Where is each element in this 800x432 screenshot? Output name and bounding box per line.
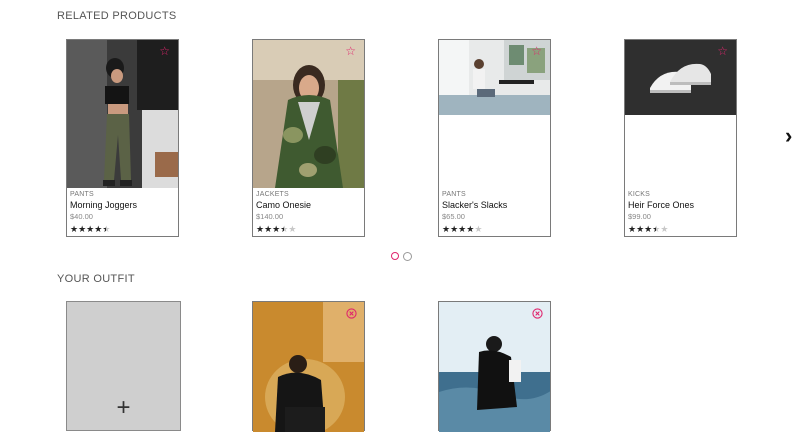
product-image[interactable]: ☆ — [253, 40, 364, 188]
star-icon: ★ — [86, 224, 95, 234]
product-card[interactable]: ☆ PANTS Morning Joggers $40.00 ★ ★ ★ ★ ★ — [66, 39, 179, 237]
your-outfit-heading: YOUR OUTFIT — [57, 273, 135, 285]
star-icon: ★ — [288, 224, 297, 234]
star-icon: ★ — [256, 224, 265, 234]
star-rating: ★ ★ ★ ★ ★ — [442, 224, 547, 234]
product-price: $99.00 — [628, 212, 651, 221]
star-icon: ★ — [280, 224, 289, 234]
outfit-card[interactable] — [438, 301, 551, 432]
product-image[interactable]: ☆ — [67, 40, 178, 188]
star-icon: ★ — [474, 224, 483, 234]
outfit-photo — [253, 302, 364, 432]
star-icon: ★ — [102, 224, 111, 234]
star-outline-icon[interactable]: ☆ — [531, 45, 542, 57]
product-name: Slacker's Slacks — [442, 200, 508, 210]
product-category: JACKETS — [256, 191, 289, 198]
product-card[interactable]: ☆ KICKS Heir Force Ones $99.00 ★ ★ ★ ★ ★ — [624, 39, 737, 237]
star-icon: ★ — [94, 224, 103, 234]
product-name: Morning Joggers — [70, 200, 138, 210]
carousel-dot[interactable] — [403, 252, 412, 261]
star-icon: ★ — [264, 224, 273, 234]
carousel-pagination — [391, 252, 412, 261]
star-rating: ★ ★ ★ ★ ★ — [70, 224, 175, 234]
outfit-photo — [439, 302, 550, 432]
add-to-outfit-card[interactable]: + — [66, 301, 181, 431]
star-icon: ★ — [70, 224, 79, 234]
product-card[interactable]: ☆ JACKETS Camo Onesie $140.00 ★ ★ ★ ★ ★ — [252, 39, 365, 237]
star-outline-icon[interactable]: ☆ — [717, 45, 728, 57]
star-outline-icon[interactable]: ☆ — [159, 45, 170, 57]
star-icon: ★ — [78, 224, 87, 234]
product-image[interactable]: ☆ — [625, 40, 736, 115]
star-icon: ★ — [644, 224, 653, 234]
related-products-heading: RELATED PRODUCTS — [57, 10, 177, 22]
outfit-image[interactable] — [253, 302, 364, 432]
product-category: KICKS — [628, 191, 651, 198]
outfit-image[interactable] — [439, 302, 550, 432]
star-icon: ★ — [466, 224, 475, 234]
star-outline-icon[interactable]: ☆ — [345, 45, 356, 57]
star-icon: ★ — [660, 224, 669, 234]
star-icon: ★ — [628, 224, 637, 234]
product-card[interactable]: ☆ PANTS Slacker's Slacks $65.00 ★ ★ ★ ★ ★ — [438, 39, 551, 237]
close-circle-icon[interactable] — [346, 308, 357, 319]
star-icon: ★ — [442, 224, 451, 234]
star-icon: ★ — [458, 224, 467, 234]
chevron-right-icon[interactable]: › — [785, 125, 792, 147]
product-price: $40.00 — [70, 212, 93, 221]
product-category: PANTS — [442, 191, 466, 198]
star-icon: ★ — [652, 224, 661, 234]
star-icon: ★ — [450, 224, 459, 234]
outfit-card[interactable] — [252, 301, 365, 432]
star-icon: ★ — [636, 224, 645, 234]
star-rating: ★ ★ ★ ★ ★ — [256, 224, 361, 234]
carousel-dot-active[interactable] — [391, 252, 399, 260]
product-name: Camo Onesie — [256, 200, 312, 210]
product-photo-camo-onesie — [253, 40, 364, 188]
product-category: PANTS — [70, 191, 94, 198]
product-name: Heir Force Ones — [628, 200, 695, 210]
product-price: $140.00 — [256, 212, 284, 221]
product-image[interactable]: ☆ — [439, 40, 550, 115]
product-price: $65.00 — [442, 212, 465, 221]
close-circle-icon[interactable] — [532, 308, 543, 319]
plus-icon[interactable]: + — [116, 396, 130, 420]
product-photo-morning-joggers — [67, 40, 178, 188]
star-icon: ★ — [272, 224, 281, 234]
star-rating: ★ ★ ★ ★ ★ — [628, 224, 733, 234]
